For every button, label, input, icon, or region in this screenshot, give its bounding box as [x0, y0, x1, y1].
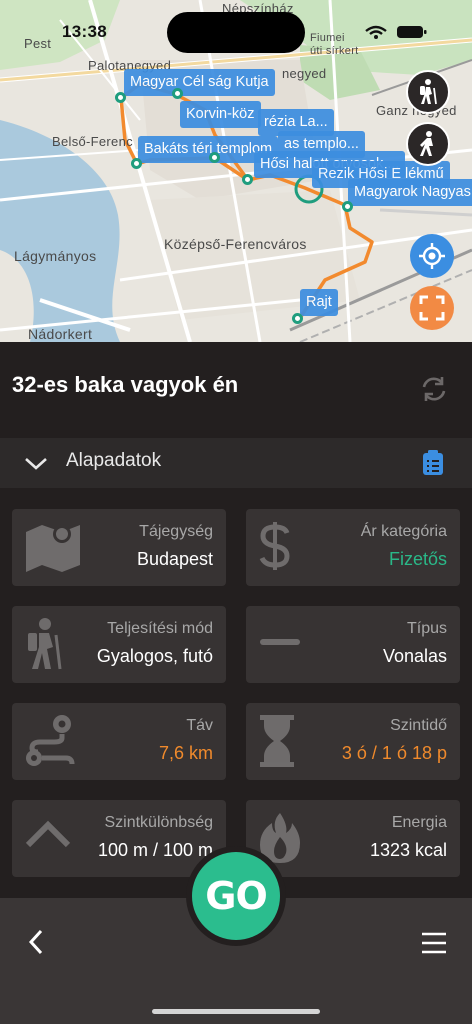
- map-label: Lágymányos: [14, 248, 97, 264]
- hiker-mode-button[interactable]: [406, 70, 450, 114]
- info-card-energy: Energia 1323 kcal: [246, 800, 460, 877]
- info-card-region: Tájegység Budapest: [12, 509, 226, 586]
- poi-label[interactable]: Magyar Cél ság Kutja: [124, 69, 275, 96]
- card-key: Energia: [391, 814, 447, 831]
- map-label: Nádorkert: [28, 326, 93, 342]
- card-value: Gyalogos, futó: [96, 646, 213, 666]
- walker-icon: [420, 131, 433, 156]
- section-label: Alapadatok: [66, 450, 162, 471]
- poi-label[interactable]: Korvin-köz: [180, 101, 261, 128]
- map-view[interactable]: Népszínház Pest Palotanegyed negyed Fium…: [0, 0, 472, 342]
- route-icon: [26, 715, 75, 766]
- menu-button[interactable]: [420, 932, 448, 954]
- card-value: 100 m / 100 m: [97, 840, 213, 860]
- route-title: 32-es baka vagyok én: [12, 372, 239, 397]
- card-key: Típus: [406, 620, 447, 637]
- card-value: 1323 kcal: [369, 840, 447, 860]
- go-button[interactable]: GO: [192, 852, 280, 940]
- elevation-icon: [25, 820, 71, 848]
- checkpoint-marker[interactable]: [292, 313, 303, 324]
- card-value: Vonalas: [382, 646, 447, 666]
- info-card-elevation: Szintkülönbség 100 m / 100 m: [12, 800, 226, 877]
- card-key: Tájegység: [139, 523, 213, 540]
- card-value: Fizetős: [388, 549, 447, 569]
- hiker-icon: [28, 618, 62, 670]
- status-time: 13:38: [62, 22, 107, 41]
- checkpoint-marker[interactable]: [131, 158, 142, 169]
- card-key: Ár kategória: [360, 523, 447, 540]
- section-header-basic-data[interactable]: Alapadatok: [0, 438, 472, 488]
- checkpoint-marker[interactable]: [209, 152, 220, 163]
- card-value: Budapest: [136, 549, 213, 569]
- walker-mode-button[interactable]: [406, 122, 450, 166]
- map-label: úti sírkert: [310, 45, 359, 57]
- hiker-icon: [420, 79, 437, 105]
- map-icon: [26, 525, 80, 572]
- info-card-type: Típus Vonalas: [246, 606, 460, 683]
- locate-icon: [419, 243, 445, 269]
- checkpoint-marker[interactable]: [172, 88, 183, 99]
- refresh-icon[interactable]: [420, 375, 448, 403]
- info-card-time: Szintidő 3 ó / 1 ó 18 p: [246, 703, 460, 780]
- card-value: 3 ó / 1 ó 18 p: [341, 743, 447, 763]
- status-icons: [365, 25, 427, 39]
- card-key: Teljesítési mód: [107, 620, 213, 637]
- map-label: Pest: [24, 36, 52, 51]
- map-label: Fiumei: [310, 32, 345, 44]
- poi-label[interactable]: Rajt: [300, 289, 338, 316]
- map-label: Belső-Ferenc: [52, 134, 133, 149]
- info-card-price: Ár kategória Fizetős: [246, 509, 460, 586]
- map-label: Középső-Ferencváros: [164, 236, 307, 252]
- info-card-mode: Teljesítési mód Gyalogos, futó: [12, 606, 226, 683]
- fullscreen-icon: [419, 295, 445, 321]
- card-key: Szintidő: [390, 717, 447, 734]
- card-value: 7,6 km: [158, 743, 213, 763]
- poi-label[interactable]: Magyarok Nagyas: [348, 179, 472, 206]
- home-indicator: [152, 1009, 320, 1014]
- locate-button[interactable]: [410, 234, 454, 278]
- clipboard-icon[interactable]: [422, 450, 444, 476]
- checkpoint-marker[interactable]: [242, 174, 253, 185]
- back-button[interactable]: [24, 928, 48, 956]
- line-icon: [260, 639, 300, 645]
- camera-notch: [167, 12, 305, 53]
- info-card-distance: Táv 7,6 km: [12, 703, 226, 780]
- checkpoint-marker[interactable]: [342, 201, 353, 212]
- chevron-down-icon: [25, 458, 47, 470]
- hourglass-icon: [260, 715, 294, 767]
- card-key: Szintkülönbség: [104, 814, 213, 831]
- fullscreen-button[interactable]: [410, 286, 454, 330]
- checkpoint-marker[interactable]: [115, 92, 126, 103]
- map-label: negyed: [282, 66, 327, 81]
- card-key: Táv: [186, 717, 213, 734]
- dollar-icon: [259, 522, 290, 570]
